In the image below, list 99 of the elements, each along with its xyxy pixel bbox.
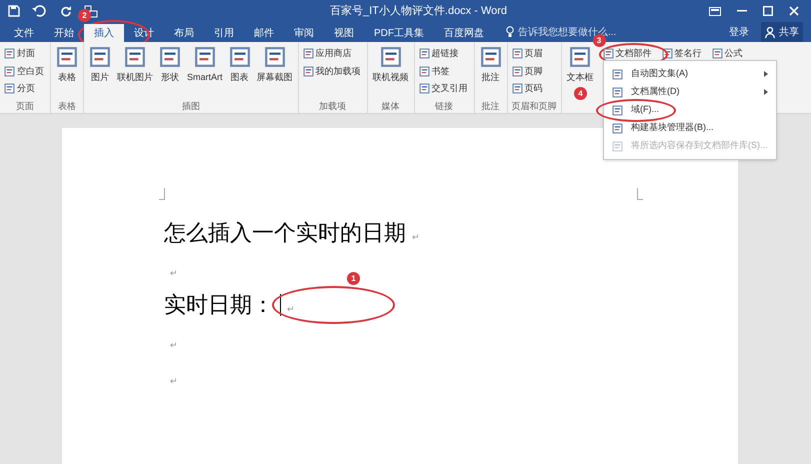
document-text: 怎么插入一个实时的日期 xyxy=(164,222,406,244)
page-icon xyxy=(612,122,623,134)
ribbon-button[interactable]: 我的加载项 xyxy=(302,64,363,78)
page-icon xyxy=(124,46,146,68)
ribbon-tab[interactable]: 百度网盘 xyxy=(434,24,494,42)
ribbon-button[interactable]: 公式 xyxy=(712,47,745,60)
ribbon-button[interactable]: 文档部件 xyxy=(602,47,654,60)
group-label: 加载项 xyxy=(319,101,346,111)
ribbon-button[interactable]: 分页 xyxy=(4,82,37,96)
menu-item[interactable]: 文档属性(D) xyxy=(604,83,776,101)
ribbon-button[interactable]: SmartArt xyxy=(186,46,224,84)
annotation-badge: 3 xyxy=(592,34,606,47)
minimize-icon[interactable] xyxy=(737,10,747,12)
save-icon[interactable] xyxy=(8,5,20,17)
person-icon xyxy=(765,26,775,38)
submenu-arrow-icon xyxy=(764,89,768,95)
ribbon-button[interactable]: 应用商店 xyxy=(302,47,354,60)
page-icon xyxy=(380,46,402,68)
page-icon xyxy=(418,48,430,60)
page-icon xyxy=(89,46,111,68)
page-icon xyxy=(612,86,623,98)
crop-mark xyxy=(159,188,165,200)
paragraph-mark: ↵ xyxy=(170,374,178,388)
page-icon xyxy=(612,140,623,152)
ribbon-display-icon[interactable] xyxy=(709,6,721,16)
crop-mark xyxy=(637,188,643,200)
group-label: 表格 xyxy=(58,101,76,111)
share-button[interactable]: 共享 xyxy=(761,22,803,42)
ribbon-button[interactable]: 页脚 xyxy=(512,64,545,78)
ribbon-button[interactable]: 形状 xyxy=(158,46,182,84)
page-icon xyxy=(418,66,430,77)
page-icon xyxy=(569,46,592,68)
lightbulb-icon xyxy=(506,26,514,38)
undo-icon[interactable] xyxy=(32,5,48,17)
page-icon xyxy=(480,46,502,68)
ribbon-button[interactable]: 屏幕截图 xyxy=(256,46,294,84)
ribbon-tab[interactable]: PDF工具集 xyxy=(364,24,434,42)
page-icon xyxy=(612,104,623,116)
ribbon-button[interactable]: 图表 xyxy=(228,46,252,84)
page-icon xyxy=(302,48,314,60)
sign-in-link[interactable]: 登录 xyxy=(729,24,749,40)
touch-mode-icon[interactable] xyxy=(84,4,98,18)
group-label: 页眉和页脚 xyxy=(512,101,557,111)
ribbon-button[interactable]: 空白页 xyxy=(4,64,46,78)
ribbon-button[interactable]: 联机视频 xyxy=(372,46,410,84)
ribbon-button[interactable]: 批注 xyxy=(478,46,503,84)
ribbon-tab[interactable]: 邮件 xyxy=(244,24,284,42)
page-icon xyxy=(512,66,523,77)
ribbon-tab[interactable]: 文件 xyxy=(4,24,44,42)
ribbon-button[interactable]: 超链接 xyxy=(418,47,461,60)
ribbon-button[interactable]: 联机图片 xyxy=(116,46,154,84)
paragraph-mark: ↵ xyxy=(170,338,178,352)
menu-item[interactable]: 构建基块管理器(B)... xyxy=(604,119,776,137)
ribbon-tab[interactable]: 插入 xyxy=(84,24,124,42)
group-label: 批注 xyxy=(482,101,500,111)
annotation-badge: 1 xyxy=(347,272,360,285)
submenu-arrow-icon xyxy=(764,71,768,77)
page-icon xyxy=(512,48,523,60)
paragraph-mark: ↵ xyxy=(170,266,178,280)
page-icon xyxy=(4,83,15,94)
page-icon xyxy=(56,46,78,68)
ribbon-button[interactable]: 页眉 xyxy=(512,47,545,60)
ribbon-button[interactable]: 页码 xyxy=(512,82,545,96)
maximize-icon[interactable] xyxy=(763,6,773,16)
document-text: 实时日期： xyxy=(164,294,274,316)
ribbon-tab[interactable]: 审阅 xyxy=(284,24,324,42)
page-icon xyxy=(264,46,286,68)
ribbon-button[interactable]: 图片 xyxy=(88,46,112,84)
page-icon xyxy=(4,66,15,77)
redo-icon[interactable] xyxy=(60,5,72,17)
paragraph-mark: ↵ xyxy=(412,230,420,244)
ribbon-button[interactable]: 签名行 xyxy=(662,47,704,60)
text-cursor xyxy=(280,294,281,316)
ribbon-button[interactable]: 表格 xyxy=(55,46,79,84)
page-icon xyxy=(512,83,523,94)
group-label: 媒体 xyxy=(382,101,400,111)
menu-item[interactable]: 域(F)... xyxy=(604,101,776,119)
ribbon-tab[interactable]: 开始 xyxy=(44,24,84,42)
ribbon-button[interactable]: 交叉引用 xyxy=(418,82,470,96)
page-icon xyxy=(612,68,623,80)
page-icon xyxy=(4,48,15,60)
page-icon xyxy=(302,66,314,77)
window-title: 百家号_IT小人物评文件.docx - Word xyxy=(330,4,508,19)
page-icon xyxy=(418,83,430,94)
ribbon-button[interactable]: 书签 xyxy=(418,64,452,78)
menu-item[interactable]: 自动图文集(A) xyxy=(604,65,776,83)
group-label: 链接 xyxy=(435,101,454,111)
page-icon xyxy=(159,46,181,68)
ribbon-button[interactable]: 文本框 xyxy=(566,46,595,84)
ribbon-tab[interactable]: 视图 xyxy=(324,24,364,42)
page-icon xyxy=(228,46,251,68)
group-label: 页面 xyxy=(16,101,34,111)
ribbon-tab[interactable]: 布局 xyxy=(164,24,204,42)
paragraph-mark: ↵ xyxy=(287,302,295,316)
close-icon[interactable] xyxy=(789,6,799,16)
group-label: 插图 xyxy=(182,101,200,111)
page-icon xyxy=(194,46,216,68)
ribbon-button[interactable]: 封面 xyxy=(4,47,37,60)
ribbon-tab[interactable]: 引用 xyxy=(204,24,244,42)
